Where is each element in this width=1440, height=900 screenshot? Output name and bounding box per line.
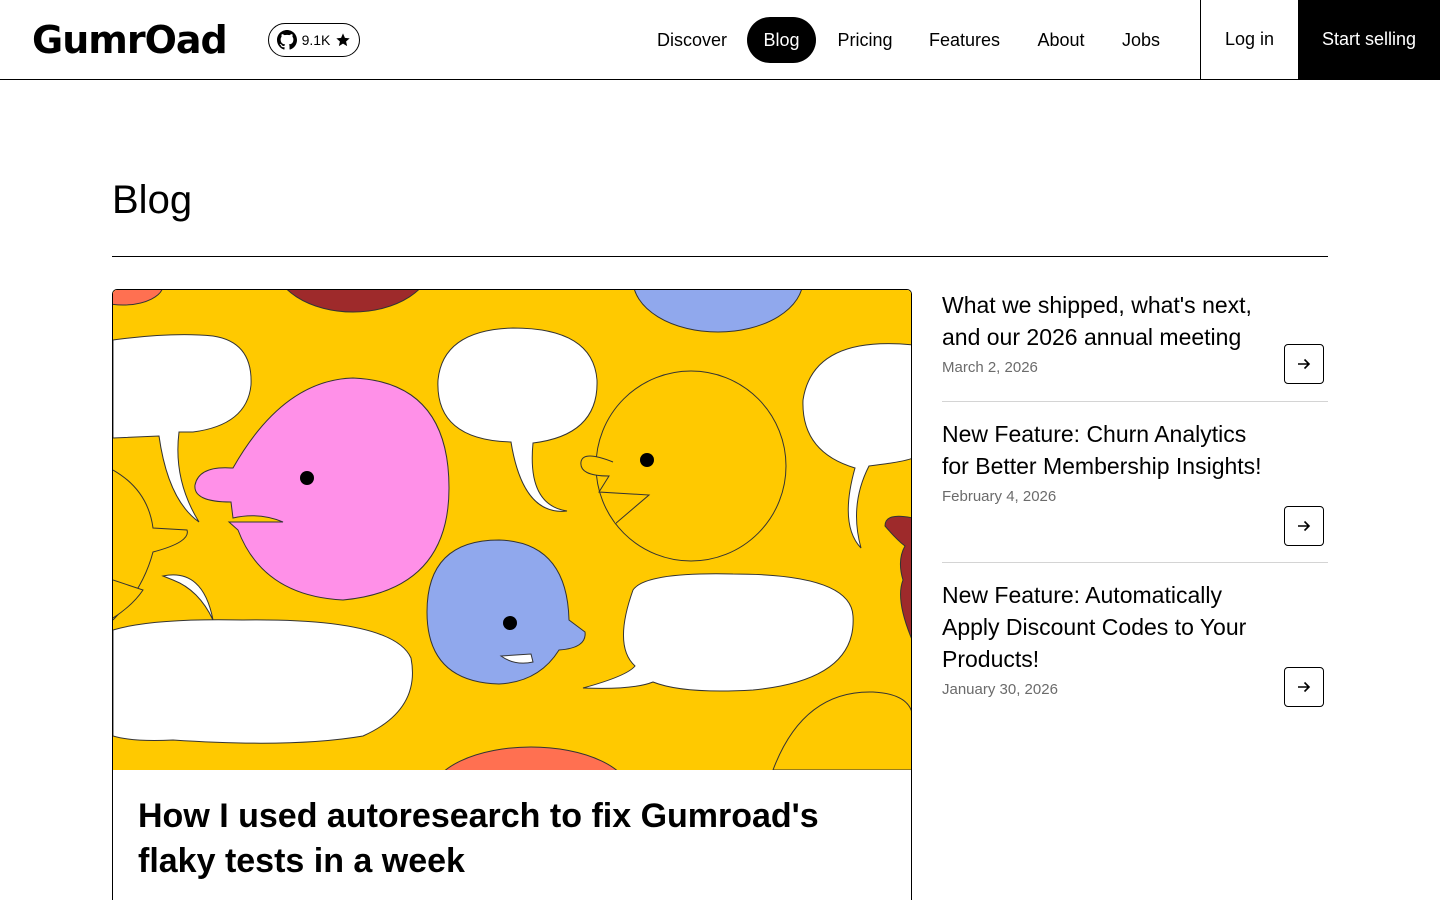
post-arrow-button[interactable]	[1284, 344, 1324, 384]
featured-post-illustration	[113, 290, 911, 770]
list-item[interactable]: New Feature: Churn Analytics for Better …	[942, 402, 1328, 563]
post-arrow-button[interactable]	[1284, 506, 1324, 546]
logo-text: GumrOad	[32, 18, 228, 62]
list-item[interactable]: What we shipped, what's next, and our 20…	[942, 289, 1328, 402]
post-date: March 2, 2026	[942, 359, 1038, 376]
post-title[interactable]: New Feature: Churn Analytics for Better …	[942, 418, 1272, 482]
login-button[interactable]: Log in	[1200, 0, 1298, 79]
github-stars-count: 9.1K	[301, 32, 331, 48]
arrow-right-icon	[1298, 520, 1311, 532]
nav-jobs[interactable]: Jobs	[1112, 17, 1170, 63]
title-divider	[112, 256, 1328, 257]
nav-pricing[interactable]: Pricing	[826, 17, 904, 63]
nav-features[interactable]: Features	[918, 17, 1011, 63]
post-date: January 30, 2026	[942, 681, 1058, 698]
site-header: GumrOad 9.1K Discover Blog Pricing Featu…	[0, 0, 1440, 80]
arrow-right-icon	[1298, 358, 1311, 370]
speech-bubbles-illustration	[113, 290, 911, 770]
gumroad-logo[interactable]: GumrOad	[32, 18, 228, 62]
featured-post-title[interactable]: How I used autoresearch to fix Gumroad's…	[138, 794, 858, 884]
nav-discover[interactable]: Discover	[646, 17, 738, 63]
page-title: Blog	[112, 178, 193, 222]
post-title[interactable]: What we shipped, what's next, and our 20…	[942, 289, 1272, 353]
github-icon	[276, 30, 297, 50]
recent-posts-list: What we shipped, what's next, and our 20…	[942, 289, 1328, 724]
arrow-right-icon	[1298, 681, 1311, 693]
post-title[interactable]: New Feature: Automatically Apply Discoun…	[942, 579, 1272, 675]
post-date: February 4, 2026	[942, 488, 1057, 505]
start-selling-button[interactable]: Start selling	[1298, 0, 1440, 79]
featured-post-card[interactable]: How I used autoresearch to fix Gumroad's…	[112, 289, 912, 900]
nav-blog[interactable]: Blog	[747, 17, 816, 63]
nav-about[interactable]: About	[1026, 17, 1096, 63]
list-item[interactable]: New Feature: Automatically Apply Discoun…	[942, 563, 1328, 724]
star-icon	[336, 33, 351, 47]
github-stars-badge[interactable]: 9.1K	[268, 23, 360, 57]
post-arrow-button[interactable]	[1284, 667, 1324, 707]
